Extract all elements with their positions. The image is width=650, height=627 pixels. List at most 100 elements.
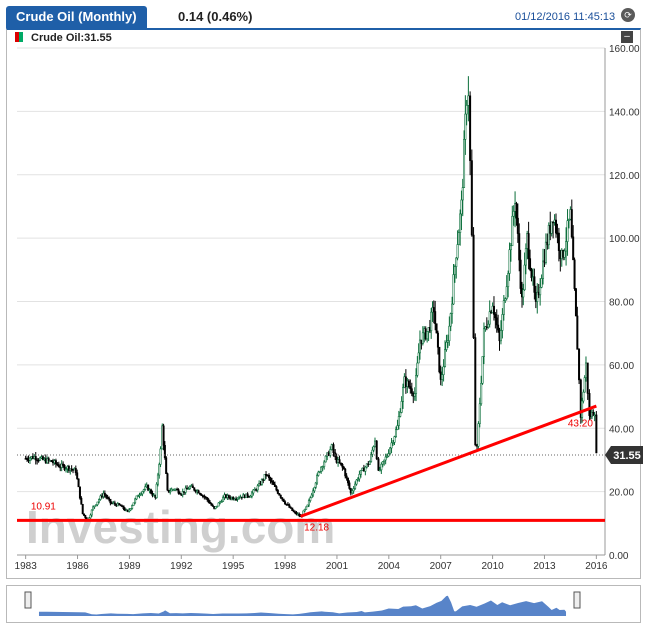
candle-body: [582, 391, 585, 402]
grid: [17, 47, 606, 556]
candle-body: [351, 490, 354, 494]
candle-body: [588, 393, 591, 416]
candle-body: [550, 221, 553, 234]
candle-body: [141, 491, 144, 495]
candle-body: [455, 257, 458, 267]
candle-body: [586, 362, 589, 394]
candle-body: [373, 440, 376, 447]
candle-body: [159, 448, 162, 465]
x-tick-label: 1992: [170, 561, 193, 572]
navigator-right-handle[interactable]: [573, 591, 581, 609]
price-tag-label: 31.55: [613, 450, 641, 462]
candle-body: [284, 501, 287, 505]
candle-body: [394, 429, 397, 437]
candle-body: [371, 449, 374, 455]
candle-body: [464, 113, 467, 140]
candle-body: [449, 313, 452, 327]
candle-body: [527, 233, 530, 259]
candle-body: [570, 209, 573, 238]
candle-body: [76, 472, 79, 480]
candle-body: [407, 380, 410, 387]
y-tick-label: 160.00: [609, 44, 640, 55]
candle-body: [595, 414, 598, 454]
candle-body: [469, 95, 472, 161]
candle-body: [39, 457, 42, 461]
candle-body: [313, 487, 316, 492]
candle-body: [90, 509, 93, 516]
candle-body: [509, 245, 512, 251]
candle-body: [421, 332, 424, 344]
candle-body: [256, 485, 259, 491]
candle-body: [417, 352, 420, 364]
candle-body: [275, 486, 278, 491]
candle-body: [348, 482, 351, 489]
candle-body: [565, 241, 568, 252]
candle-body: [332, 444, 335, 454]
candle-body: [320, 466, 323, 472]
x-tick-label: 2016: [585, 561, 608, 572]
candle-body: [477, 423, 480, 447]
candle-body: [354, 483, 357, 489]
candle-body: [578, 349, 581, 381]
candle-body: [399, 412, 402, 417]
candle-body: [474, 337, 477, 446]
y-axis: 0.00 20.00 40.00 60.00 80.00 100.00 120.00 140.…: [609, 44, 640, 562]
candle-body: [276, 489, 279, 494]
candle-body: [193, 487, 196, 491]
candle-body: [494, 314, 497, 319]
navigator-left-handle[interactable]: [24, 591, 32, 609]
candle-body: [435, 323, 438, 334]
trend-value-label: 12.18: [304, 523, 329, 534]
candle-body: [542, 260, 545, 279]
candle-body: [495, 317, 498, 326]
candle-body: [397, 416, 400, 426]
candle-body: [324, 455, 327, 463]
candle-body: [166, 473, 169, 491]
candle-body: [312, 490, 315, 496]
candle-body: [381, 461, 384, 465]
candle-body: [89, 514, 92, 519]
candle-body: [523, 264, 526, 291]
candle-body: [436, 332, 439, 348]
trend-line: [300, 404, 597, 518]
candle-body: [207, 499, 210, 503]
candle-body: [444, 349, 447, 367]
candle-body: [155, 483, 158, 498]
candle-body: [396, 425, 399, 430]
candle-body: [222, 497, 225, 502]
price-series: [17, 76, 605, 521]
price-chart[interactable]: Investing.com 1983 1986 1989 1992 1995 1998 20…: [0, 0, 650, 585]
candle-body: [316, 475, 319, 484]
candle-body: [359, 469, 362, 475]
candle-body: [134, 498, 137, 504]
candle-body: [445, 341, 448, 350]
candle-body: [572, 236, 575, 261]
candle-body: [165, 457, 168, 474]
candle-body: [288, 504, 291, 508]
candle-body: [163, 445, 166, 458]
candle-body: [430, 311, 433, 332]
candle-body: [372, 446, 375, 451]
candle-body: [400, 401, 403, 413]
x-tick-label: 1998: [274, 561, 297, 572]
x-tick-label: 2010: [481, 561, 504, 572]
candle-body: [309, 497, 312, 501]
candle-body: [508, 249, 511, 274]
candle-body: [34, 456, 37, 461]
y-tick-label: 60.00: [609, 361, 634, 372]
candle-body: [96, 501, 99, 505]
trend-value-label: 43.20: [568, 419, 593, 430]
candle-body: [368, 461, 371, 465]
candle-body: [54, 460, 57, 465]
candle-body: [487, 323, 490, 328]
candle-body: [448, 325, 451, 342]
candle-body: [105, 494, 108, 498]
candle-body: [516, 217, 519, 234]
candle-body: [81, 503, 84, 515]
candle-body: [132, 502, 135, 506]
trend-value-label: 10.91: [31, 501, 56, 512]
navigator[interactable]: [6, 585, 641, 623]
candle-body: [584, 362, 587, 378]
candle-body: [375, 440, 378, 460]
candle-body: [460, 199, 463, 215]
